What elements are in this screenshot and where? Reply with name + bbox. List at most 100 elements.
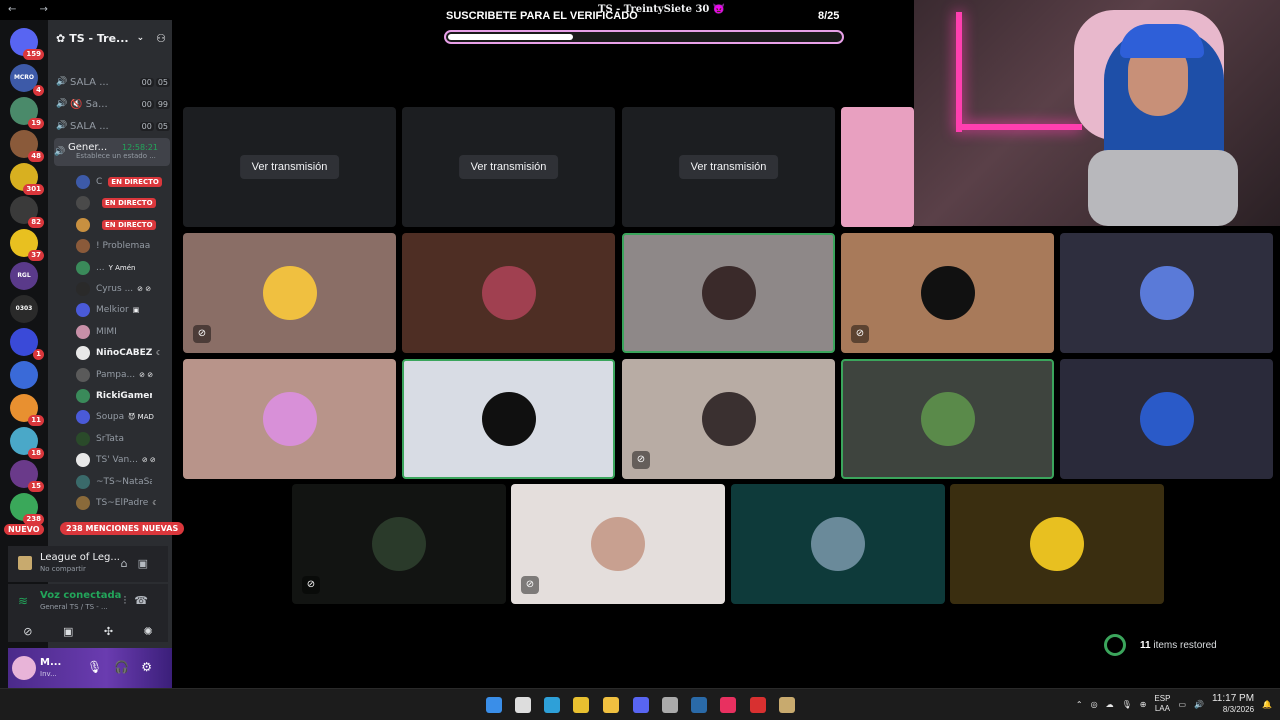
voice-user[interactable]: Melkior ▣ — [76, 300, 172, 320]
home-button[interactable]: 159 — [10, 28, 44, 60]
server-icon[interactable]: 301 — [10, 163, 44, 195]
participant-tile[interactable]: ⊘ — [511, 484, 725, 604]
voice-user[interactable]: Pampa... ⊘ ⊘ — [76, 365, 172, 385]
participant-tile[interactable]: ⊘ — [841, 233, 1054, 353]
participant-tile[interactable] — [950, 484, 1164, 604]
display-icon[interactable]: ▭ — [1178, 700, 1186, 709]
new-badge[interactable]: NUEVO — [4, 524, 44, 535]
participant-tile[interactable] — [402, 359, 615, 479]
windows-start-icon[interactable] — [486, 697, 502, 713]
gear-icon[interactable]: ⚙ — [141, 660, 164, 674]
noise-suppression-icon[interactable]: ⫶ — [124, 594, 135, 607]
search-icon[interactable] — [515, 697, 531, 713]
watch-stream-button[interactable]: Ver transmisión — [678, 155, 779, 179]
voice-user[interactable]: TS~ElPadre ☾ — [76, 493, 172, 513]
voice-channel[interactable]: 🔊 SALA ... 00 05 — [56, 116, 170, 136]
voice-user[interactable]: EN DIRECTO — [76, 215, 172, 235]
camera-off-icon[interactable]: ⊘ — [23, 625, 32, 638]
voice-user[interactable]: ... Y Amén — [76, 258, 172, 278]
network-icon[interactable]: ⊕ — [1140, 700, 1147, 709]
app-icon[interactable] — [750, 697, 766, 713]
server-icon[interactable]: 82 — [10, 196, 44, 228]
voice-user[interactable]: TS' Van... ⊘ ⊘ — [76, 450, 172, 470]
server-icon[interactable]: 37 — [10, 229, 44, 261]
edge-browser-icon[interactable] — [544, 697, 560, 713]
screen-share-icon[interactable]: ▣ — [138, 557, 158, 570]
league-of-legends-icon[interactable] — [779, 697, 795, 713]
chevron-up-icon[interactable]: ⌃ — [1076, 700, 1083, 709]
voice-user[interactable]: SrTata — [76, 429, 172, 449]
channel-count: 00 — [139, 99, 154, 109]
voice-user[interactable]: ~TS~NataSald... — [76, 472, 172, 492]
microphone-icon[interactable]: 🎙 — [1122, 700, 1132, 709]
voice-user[interactable]: RickiGamerR — [76, 386, 172, 406]
voice-actions: ⫶☎ — [124, 594, 156, 608]
app-icon[interactable]: ◎ — [1091, 700, 1098, 709]
voice-user[interactable]: C EN DIRECTO — [76, 172, 172, 192]
participant-tile[interactable] — [841, 359, 1054, 479]
server-icon[interactable]: 15 — [10, 460, 44, 492]
voice-user[interactable]: NiñoCABEZA ☾ — [76, 343, 172, 363]
server-icon[interactable]: MCRO 4 — [10, 64, 44, 96]
participant-tile[interactable] — [402, 233, 615, 353]
participant-tile[interactable]: ⊘ — [183, 233, 396, 353]
discord-icon[interactable] — [633, 697, 649, 713]
server-icon[interactable]: 1 — [10, 328, 44, 360]
user-name: Melkior — [96, 305, 129, 316]
microphone-icon[interactable]: 🎙 — [87, 660, 114, 674]
language-indicator[interactable]: ESP LAA — [1154, 694, 1170, 714]
controller-icon[interactable]: ⌂ — [121, 557, 138, 570]
participant-tile[interactable] — [731, 484, 945, 604]
disconnect-icon[interactable]: ☎ — [134, 594, 156, 607]
server-icon[interactable]: 11 — [10, 394, 44, 426]
activities-icon[interactable]: ✣ — [104, 625, 113, 638]
voice-user[interactable]: Soupa 😈 MAD — [76, 407, 172, 427]
server-icon[interactable]: RGL — [10, 262, 38, 290]
server-header[interactable]: ✿ TS - Tre... ⌄ ⚇ — [56, 28, 172, 48]
avatar — [262, 266, 317, 320]
history-nav[interactable]: ← → — [8, 4, 58, 15]
user-name: Soupa — [96, 412, 125, 423]
voice-user[interactable]: EN DIRECTO — [76, 193, 172, 213]
new-mentions-button[interactable]: 238 MENCIONES NUEVAS — [60, 522, 185, 535]
app-icon[interactable] — [662, 697, 678, 713]
invite-icon[interactable]: ⚇ — [156, 32, 166, 45]
watch-stream-button[interactable]: Ver transmisión — [239, 155, 340, 179]
voice-user[interactable]: Cyrus ... ⊘ ⊘ — [76, 279, 172, 299]
watch-stream-button[interactable]: Ver transmisión — [458, 155, 559, 179]
server-icon[interactable]: 48 — [10, 130, 44, 162]
avatar — [481, 266, 536, 320]
avatar — [76, 260, 90, 275]
voice-channel-path[interactable]: General TS / TS - ... — [40, 603, 108, 611]
headphones-icon[interactable]: 🎧 — [114, 660, 141, 674]
participant-tile[interactable] — [1060, 233, 1273, 353]
activity-actions[interactable]: ⌂▣ — [121, 557, 158, 570]
server-icon[interactable]: 238 — [10, 493, 44, 525]
steam-icon[interactable] — [691, 697, 707, 713]
participant-tile[interactable]: ⊘ — [622, 359, 835, 479]
server-icon[interactable]: 19 — [10, 97, 44, 129]
participant-tile[interactable] — [622, 233, 835, 353]
participant-tile[interactable] — [183, 359, 396, 479]
voice-channel[interactable]: 🔊 SALA ... 00 05 — [56, 72, 170, 92]
participant-tile[interactable] — [1060, 359, 1273, 479]
voice-user[interactable]: ! Problemaa — [76, 236, 172, 256]
cloud-icon[interactable]: ☁ — [1106, 700, 1114, 709]
volume-icon[interactable]: 🔊 — [1194, 700, 1204, 709]
soundboard-icon[interactable]: ✺ — [144, 625, 153, 638]
tiktok-icon[interactable] — [720, 697, 736, 713]
voice-channel[interactable]: 🔊 🔇 Sa... 00 99 — [56, 94, 170, 114]
server-icon[interactable]: 0303 — [10, 295, 38, 323]
file-explorer-icon[interactable] — [603, 697, 619, 713]
voice-user[interactable]: MIMI — [76, 322, 172, 342]
participant-tile[interactable]: ⊘ — [292, 484, 506, 604]
restore-notification[interactable]: 11 items restored — [1104, 634, 1217, 656]
notification-bell-icon[interactable]: 🔔 — [1262, 700, 1272, 709]
voice-channel-active[interactable]: 🔊 Gener... 12:58:21 Establece un estado ... — [54, 138, 170, 166]
server-icon[interactable] — [10, 361, 38, 389]
server-icon[interactable]: 18 — [10, 427, 44, 459]
avatar[interactable] — [12, 656, 36, 680]
screen-share-icon[interactable]: ▣ — [63, 625, 73, 638]
clock[interactable]: 11:17 PM 8/3/2026 — [1212, 693, 1254, 715]
chrome-browser-icon[interactable] — [573, 697, 589, 713]
